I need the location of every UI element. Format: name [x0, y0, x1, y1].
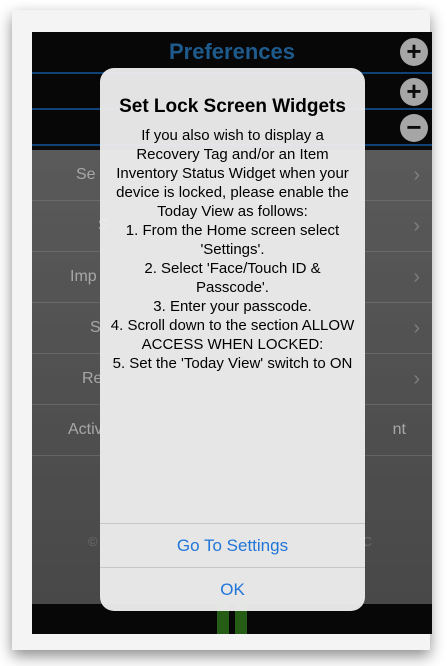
ok-button[interactable]: OK: [100, 567, 365, 611]
go-to-settings-button[interactable]: Go To Settings: [100, 523, 365, 568]
alert-dialog: Set Lock Screen Widgets If you also wish…: [100, 68, 365, 611]
screenshot-frame: Preferences + + − Se › S › Imp ›: [12, 10, 432, 650]
alert-message: If you also wish to display a Recovery T…: [110, 127, 355, 372]
alert-title: Set Lock Screen Widgets: [119, 96, 346, 117]
